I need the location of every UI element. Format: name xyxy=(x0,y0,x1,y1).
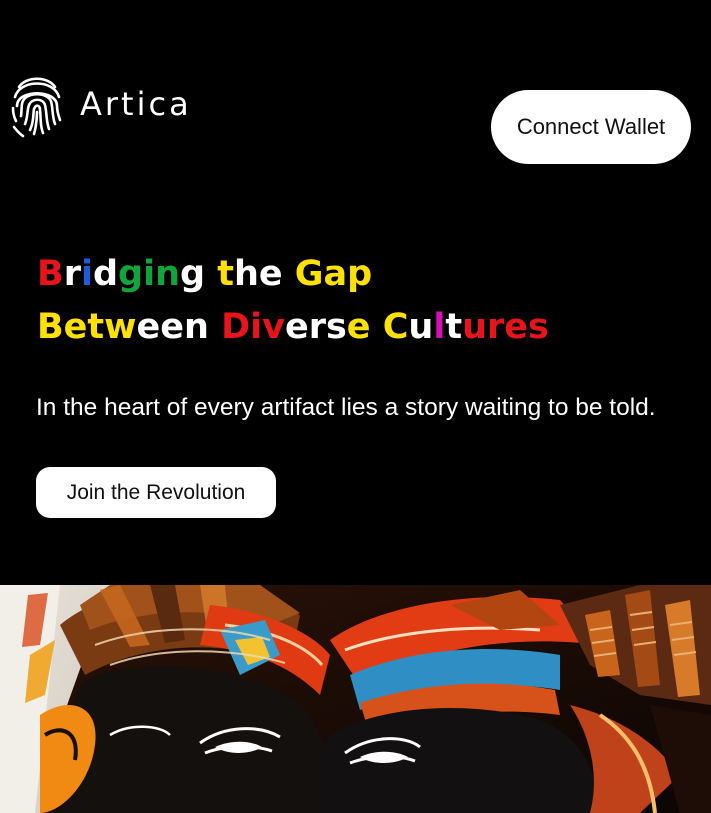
hero-title-line-2: Between Diverse Cultures xyxy=(37,301,549,354)
title_line2-segment: t xyxy=(445,307,463,347)
title_line1-segment: r xyxy=(63,254,81,294)
logo-text: Artica xyxy=(80,85,192,123)
title_line2-segment: e xyxy=(284,307,309,347)
title_line2-segment: n xyxy=(183,307,222,347)
title_line2-segment: e xyxy=(346,307,383,347)
title_line2-segment: Betw xyxy=(37,307,137,347)
title_line2-segment: C xyxy=(382,307,409,347)
hero-title: Bridging the Gap Between Diverse Culture… xyxy=(37,248,549,354)
fingerprint-icon xyxy=(11,77,62,138)
page: Artica Connect Wallet Bridging the Gap B… xyxy=(0,0,711,813)
title_line1-segment: Gap xyxy=(282,254,373,294)
title_line2-segment: rs xyxy=(308,307,347,347)
title_line2-segment: l xyxy=(433,307,446,347)
title_line2-segment: ee xyxy=(136,307,184,347)
title_line1-segment: g xyxy=(179,254,218,294)
title_line2-segment: Div xyxy=(221,307,285,347)
title_line1-segment: t xyxy=(217,254,234,294)
join-revolution-button[interactable]: Join the Revolution xyxy=(36,467,276,518)
title_line1-segment: d xyxy=(92,254,119,294)
artwork-image xyxy=(0,585,711,813)
logo[interactable]: Artica xyxy=(10,70,192,138)
title_line1-segment: he xyxy=(233,254,283,294)
title_line1-segment: gin xyxy=(118,254,180,294)
connect-wallet-button[interactable]: Connect Wallet xyxy=(491,90,691,164)
title_line2-segment: ures xyxy=(462,307,549,347)
hero-subtitle: In the heart of every artifact lies a st… xyxy=(36,394,656,421)
title_line1-segment: B xyxy=(37,254,64,294)
title_line1-segment: i xyxy=(80,254,93,294)
title_line2-segment: u xyxy=(408,307,434,347)
hero-title-line-1: Bridging the Gap xyxy=(37,248,549,301)
